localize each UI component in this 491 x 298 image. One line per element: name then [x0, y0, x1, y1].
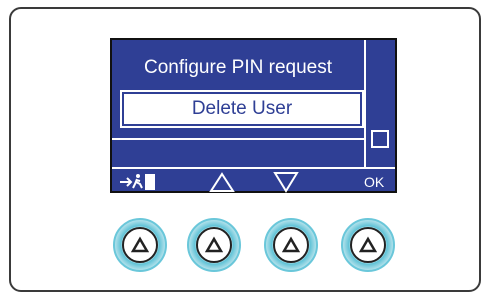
soft-button-2[interactable] — [187, 218, 241, 272]
scrollbar-thumb — [371, 130, 389, 148]
triangle-up-outline-icon[interactable] — [208, 171, 236, 193]
lcd-screen: Configure PIN request Delete User OK — [110, 38, 397, 193]
soft-button-3[interactable] — [264, 218, 318, 272]
triangle-up-icon — [273, 227, 309, 263]
triangle-up-icon — [350, 227, 386, 263]
exit-icon[interactable] — [118, 171, 164, 193]
menu-divider — [112, 138, 364, 140]
soft-button-1[interactable] — [113, 218, 167, 272]
soft-button-4[interactable] — [341, 218, 395, 272]
menu-area: Configure PIN request Delete User — [112, 40, 395, 191]
ok-softkey[interactable]: OK — [364, 171, 388, 193]
softkey-divider — [112, 167, 395, 169]
triangle-down-outline-icon[interactable] — [272, 171, 300, 193]
triangle-up-icon — [196, 227, 232, 263]
menu-item-delete-user[interactable]: Delete User — [120, 90, 364, 128]
scrollbar-track — [364, 40, 366, 169]
screen-title: Configure PIN request — [144, 57, 332, 78]
softkey-bar: OK — [112, 171, 395, 193]
triangle-up-icon — [122, 227, 158, 263]
